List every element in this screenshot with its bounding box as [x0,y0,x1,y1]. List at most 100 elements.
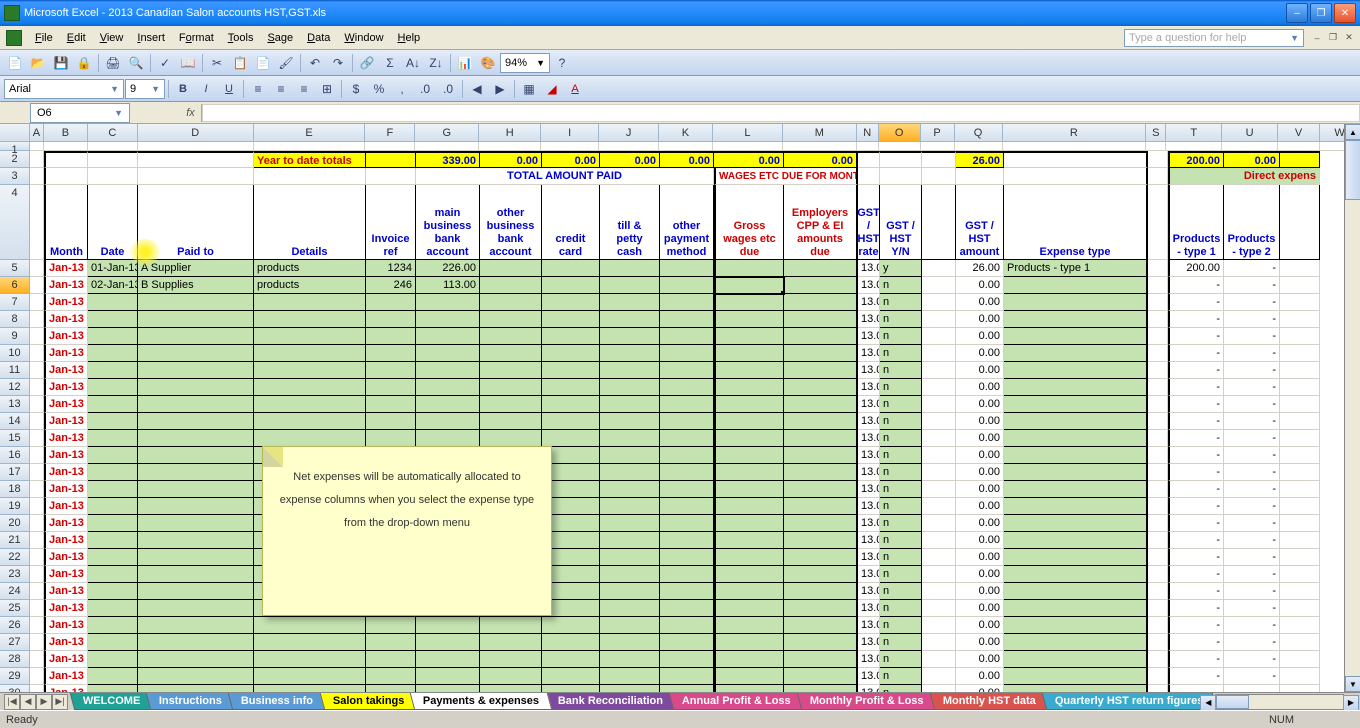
cell[interactable]: Gross wages etc due [714,185,784,260]
cell[interactable] [44,142,88,151]
cell[interactable] [714,532,784,549]
doc-restore[interactable]: ❐ [1326,31,1340,45]
cell[interactable]: 13.0% [858,481,880,498]
help-icon[interactable]: ? [551,52,573,74]
cell[interactable]: 13.0% [858,668,880,685]
cell[interactable] [660,362,714,379]
cell[interactable]: 13.0% [858,277,880,294]
cell[interactable] [784,430,858,447]
cell[interactable] [88,294,138,311]
cell[interactable] [542,651,600,668]
cell[interactable] [660,345,714,362]
row-header-10[interactable]: 10 [0,345,30,362]
cell[interactable] [138,328,254,345]
cell[interactable] [1148,447,1168,464]
cell[interactable]: 0.00 [956,294,1004,311]
cell[interactable] [1280,668,1320,685]
cell[interactable] [1004,464,1148,481]
doc-minimize[interactable]: – [1310,31,1324,45]
cell[interactable]: 246 [366,277,416,294]
cell[interactable] [600,379,660,396]
cell[interactable]: n [880,396,922,413]
cell[interactable]: - [1168,379,1224,396]
cell[interactable] [480,379,542,396]
cell[interactable]: - [1168,447,1224,464]
cell[interactable] [138,430,254,447]
cell[interactable] [714,617,784,634]
cell[interactable] [1222,142,1278,151]
cell[interactable] [1280,328,1320,345]
cell[interactable] [1280,651,1320,668]
cell[interactable] [1004,651,1148,668]
tab-next-icon[interactable]: ▶ [36,694,52,710]
cell[interactable] [714,379,784,396]
permission-icon[interactable]: 🔒 [73,52,95,74]
col-header-G[interactable]: G [415,124,479,141]
cell[interactable]: - [1224,600,1280,617]
cell[interactable] [783,142,857,151]
cell[interactable]: 0.00 [714,151,784,168]
spell-icon[interactable]: ✓ [154,52,176,74]
cell[interactable]: main business bank account [416,185,480,260]
cell[interactable] [600,294,660,311]
menu-edit[interactable]: Edit [60,29,93,47]
cell[interactable] [921,142,955,151]
cell[interactable] [254,168,366,185]
menu-format[interactable]: Format [172,29,221,47]
cell[interactable] [88,549,138,566]
cell[interactable] [922,277,956,294]
cell[interactable] [88,413,138,430]
cell[interactable] [542,260,600,277]
cell[interactable]: Jan-13 [44,464,88,481]
cell[interactable] [416,294,480,311]
cell[interactable] [714,362,784,379]
cell[interactable] [922,498,956,515]
cell[interactable]: Jan-13 [44,311,88,328]
cell[interactable]: 13.0% [858,464,880,481]
cell[interactable] [88,464,138,481]
cell[interactable] [138,566,254,583]
sort-asc-icon[interactable]: A↓ [402,52,424,74]
cell[interactable] [922,549,956,566]
cell[interactable] [1280,413,1320,430]
menu-file[interactable]: File [28,29,60,47]
cell[interactable] [660,634,714,651]
cell[interactable]: n [880,379,922,396]
align-center-icon[interactable]: ≡ [270,78,292,100]
cell[interactable] [30,311,44,328]
menu-data[interactable]: Data [300,29,337,47]
cell[interactable] [600,498,660,515]
cell[interactable]: other business bank account [480,185,542,260]
row-header-27[interactable]: 27 [0,634,30,651]
cell[interactable]: 0.00 [956,617,1004,634]
cell[interactable] [1280,617,1320,634]
cell[interactable] [480,396,542,413]
cell[interactable] [922,379,956,396]
cell[interactable] [1004,345,1148,362]
cell[interactable]: Invoice ref [366,185,416,260]
cell[interactable] [366,345,416,362]
cell[interactable]: 0.00 [956,345,1004,362]
cell[interactable] [600,515,660,532]
cell[interactable] [366,685,416,692]
cell[interactable] [30,515,44,532]
cell[interactable] [480,430,542,447]
col-header-B[interactable]: B [44,124,88,141]
cell[interactable]: - [1168,515,1224,532]
cell[interactable]: 0.00 [1224,151,1280,168]
col-header-T[interactable]: T [1166,124,1222,141]
cell[interactable] [784,600,858,617]
cell[interactable]: n [880,617,922,634]
row-header-13[interactable]: 13 [0,396,30,413]
cell[interactable] [922,617,956,634]
tab-last-icon[interactable]: ▶| [52,694,68,710]
cell[interactable]: Jan-13 [44,260,88,277]
cell[interactable] [88,311,138,328]
cell[interactable] [254,142,366,151]
redo-icon[interactable]: ↷ [327,52,349,74]
cell[interactable] [30,532,44,549]
cell[interactable]: - [1168,396,1224,413]
cell[interactable] [254,328,366,345]
cell[interactable] [600,396,660,413]
cell[interactable]: Year to date totals [254,151,366,168]
